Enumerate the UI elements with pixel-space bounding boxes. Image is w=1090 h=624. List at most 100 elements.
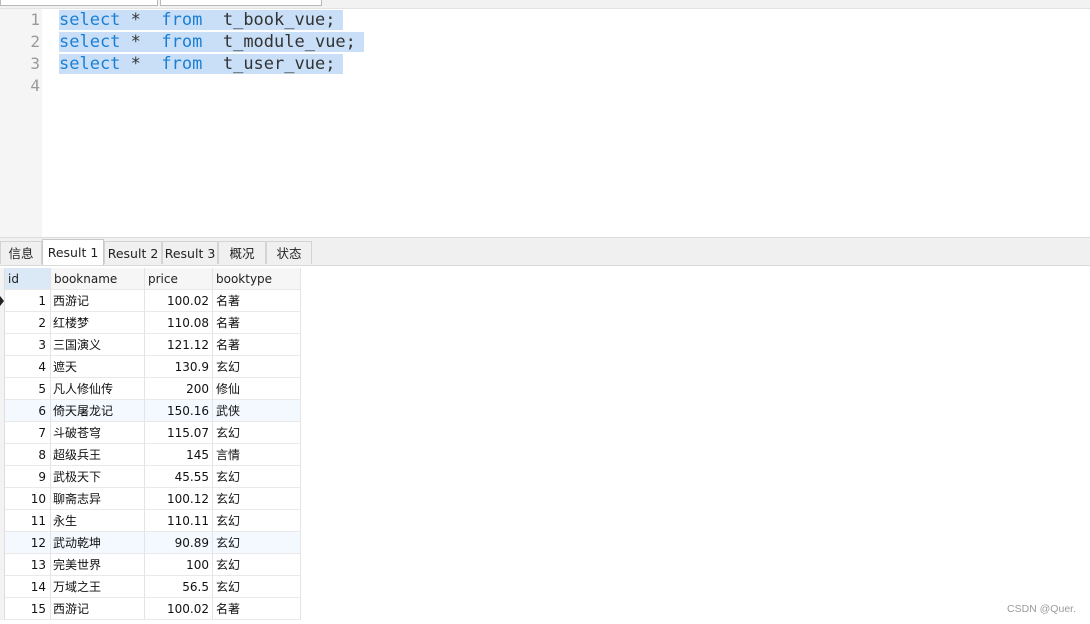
column-header-price[interactable]: price: [145, 268, 213, 290]
table-row[interactable]: 13 完美世界 100 玄幻: [0, 554, 301, 576]
tab-result-3[interactable]: Result 3: [162, 241, 218, 264]
cell-price[interactable]: 145: [145, 444, 213, 466]
cell-bookname[interactable]: 斗破苍穹: [51, 422, 145, 444]
cell-booktype[interactable]: 言情: [213, 444, 301, 466]
cell-booktype[interactable]: 名著: [213, 290, 301, 312]
cell-price[interactable]: 200: [145, 378, 213, 400]
result-tab-bar: 信息 Result 1 Result 2 Result 3 概况 状态: [0, 237, 1090, 266]
cell-price[interactable]: 121.12: [145, 334, 213, 356]
cell-price[interactable]: 45.55: [145, 466, 213, 488]
sql-table-name: t_book_vue;: [222, 10, 336, 30]
column-header-id[interactable]: id: [5, 268, 51, 290]
cell-booktype[interactable]: 名著: [213, 598, 301, 620]
table-row[interactable]: 3 三国演义 121.12 名著: [0, 334, 301, 356]
cell-booktype[interactable]: 名著: [213, 334, 301, 356]
table-row[interactable]: 1 西游记 100.02 名著: [0, 290, 301, 312]
line-number: 4: [30, 76, 40, 95]
cell-bookname[interactable]: 万域之王: [51, 576, 145, 598]
cell-bookname[interactable]: 武动乾坤: [51, 532, 145, 554]
tab-result-1[interactable]: Result 1: [42, 239, 104, 265]
cell-id[interactable]: 4: [5, 356, 51, 378]
table-row[interactable]: 2 红楼梦 110.08 名著: [0, 312, 301, 334]
cell-booktype[interactable]: 玄幻: [213, 510, 301, 532]
cell-id[interactable]: 6: [5, 400, 51, 422]
cell-bookname[interactable]: 完美世界: [51, 554, 145, 576]
tab-overview[interactable]: 概况: [218, 241, 266, 264]
code-line[interactable]: select * from t_book_vue;: [59, 9, 344, 31]
cell-id[interactable]: 12: [5, 532, 51, 554]
cell-bookname[interactable]: 红楼梦: [51, 312, 145, 334]
table-row[interactable]: 8 超级兵王 145 言情: [0, 444, 301, 466]
cell-id[interactable]: 7: [5, 422, 51, 444]
cell-price[interactable]: 115.07: [145, 422, 213, 444]
cell-id[interactable]: 14: [5, 576, 51, 598]
line-number: 2: [30, 32, 40, 51]
cell-booktype[interactable]: 玄幻: [213, 466, 301, 488]
cell-booktype[interactable]: 玄幻: [213, 356, 301, 378]
cell-id[interactable]: 13: [5, 554, 51, 576]
tab-status[interactable]: 状态: [266, 241, 312, 264]
sql-keyword: from: [161, 32, 203, 52]
code-line[interactable]: select * from t_module_vue;: [59, 31, 364, 53]
cell-booktype[interactable]: 武侠: [213, 400, 301, 422]
table-row[interactable]: 5 凡人修仙传 200 修仙: [0, 378, 301, 400]
table-row[interactable]: 10 聊斋志异 100.12 玄幻: [0, 488, 301, 510]
tab-result-2[interactable]: Result 2: [104, 241, 162, 264]
cell-bookname[interactable]: 倚天屠龙记: [51, 400, 145, 422]
table-row[interactable]: 11 永生 110.11 玄幻: [0, 510, 301, 532]
table-row[interactable]: 12 武动乾坤 90.89 玄幻: [0, 532, 301, 554]
cell-bookname[interactable]: 西游记: [51, 598, 145, 620]
cell-id[interactable]: 5: [5, 378, 51, 400]
cell-price[interactable]: 110.08: [145, 312, 213, 334]
cell-booktype[interactable]: 修仙: [213, 378, 301, 400]
table-row[interactable]: 4 遮天 130.9 玄幻: [0, 356, 301, 378]
cell-bookname[interactable]: 遮天: [51, 356, 145, 378]
cell-id[interactable]: 11: [5, 510, 51, 532]
cell-price[interactable]: 100.12: [145, 488, 213, 510]
cell-price[interactable]: 100: [145, 554, 213, 576]
cell-bookname[interactable]: 超级兵王: [51, 444, 145, 466]
cell-bookname[interactable]: 武极天下: [51, 466, 145, 488]
cell-booktype[interactable]: 玄幻: [213, 422, 301, 444]
cell-bookname[interactable]: 三国演义: [51, 334, 145, 356]
table-row[interactable]: 7 斗破苍穹 115.07 玄幻: [0, 422, 301, 444]
cell-price[interactable]: 130.9: [145, 356, 213, 378]
tab-info[interactable]: 信息: [0, 241, 42, 264]
cell-bookname[interactable]: 西游记: [51, 290, 145, 312]
cell-booktype[interactable]: 名著: [213, 312, 301, 334]
cell-id[interactable]: 8: [5, 444, 51, 466]
cell-price[interactable]: 150.16: [145, 400, 213, 422]
cell-price[interactable]: 90.89: [145, 532, 213, 554]
sql-star: *: [130, 32, 141, 52]
cell-id[interactable]: 1: [5, 290, 51, 312]
cell-price[interactable]: 56.5: [145, 576, 213, 598]
cell-booktype[interactable]: 玄幻: [213, 532, 301, 554]
table-row[interactable]: 9 武极天下 45.55 玄幻: [0, 466, 301, 488]
sql-star: *: [130, 54, 141, 74]
cell-bookname[interactable]: 聊斋志异: [51, 488, 145, 510]
cell-id[interactable]: 10: [5, 488, 51, 510]
query-tab-1[interactable]: [0, 0, 158, 6]
query-tab-2[interactable]: [160, 0, 322, 6]
cell-booktype[interactable]: 玄幻: [213, 576, 301, 598]
cell-price[interactable]: 100.02: [145, 598, 213, 620]
table-row[interactable]: 15 西游记 100.02 名著: [0, 598, 301, 620]
table-row[interactable]: 6 倚天屠龙记 150.16 武侠: [0, 400, 301, 422]
cell-price[interactable]: 100.02: [145, 290, 213, 312]
code-line[interactable]: select * from t_user_vue;: [59, 53, 344, 75]
cell-id[interactable]: 3: [5, 334, 51, 356]
cell-booktype[interactable]: 玄幻: [213, 488, 301, 510]
column-header-booktype[interactable]: booktype: [213, 268, 301, 290]
cell-booktype[interactable]: 玄幻: [213, 554, 301, 576]
cell-price[interactable]: 110.11: [145, 510, 213, 532]
cell-id[interactable]: 15: [5, 598, 51, 620]
sql-table-name: t_module_vue;: [222, 32, 356, 52]
cell-id[interactable]: 9: [5, 466, 51, 488]
column-header-bookname[interactable]: bookname: [51, 268, 145, 290]
table-row[interactable]: 14 万域之王 56.5 玄幻: [0, 576, 301, 598]
line-number-gutter: 1 2 3 4: [0, 9, 42, 237]
cell-id[interactable]: 2: [5, 312, 51, 334]
cell-bookname[interactable]: 永生: [51, 510, 145, 532]
sql-editor[interactable]: 1 2 3 4 select * from t_book_vue; select…: [0, 9, 1090, 237]
cell-bookname[interactable]: 凡人修仙传: [51, 378, 145, 400]
